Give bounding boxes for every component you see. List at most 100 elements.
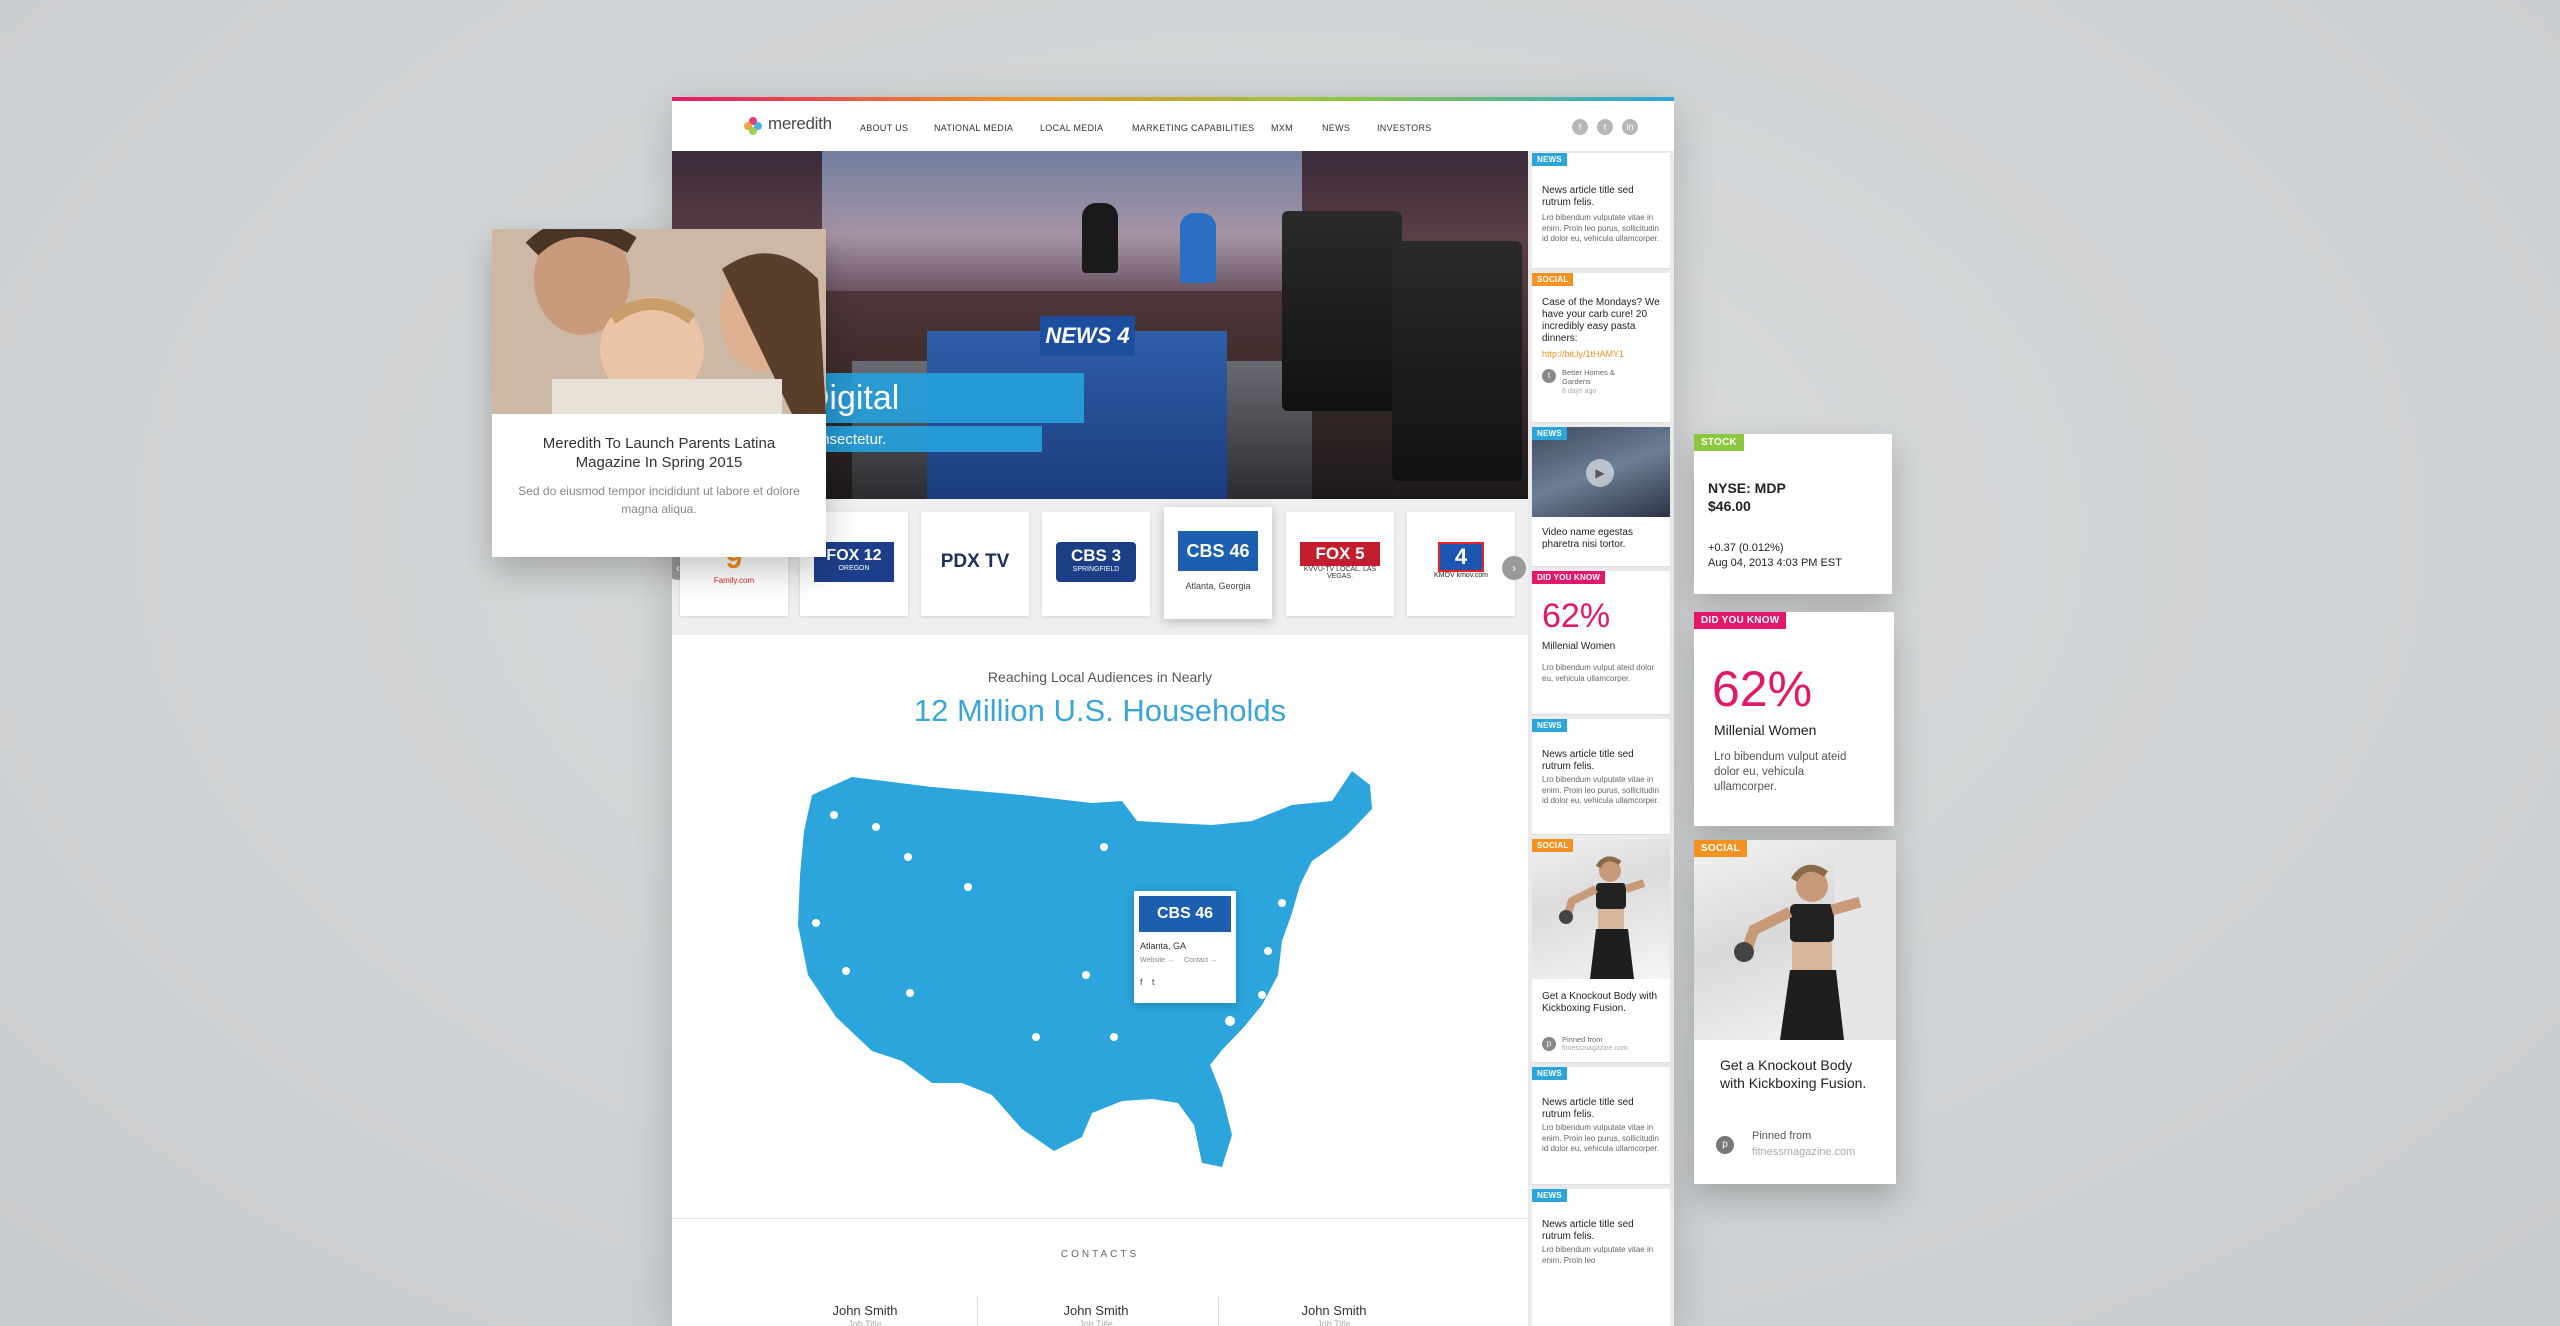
contact-name[interactable]: John Smith [765,1303,965,1318]
family-photo [492,229,826,414]
anchor-figure [1180,213,1216,283]
map-pin-active[interactable] [1223,1014,1237,1028]
feed-link[interactable]: http://bit.ly/1tHAMY1 [1542,349,1624,359]
nav-local-media[interactable]: LOCAL MEDIA [1040,123,1103,133]
card-source: Pinned from [1752,1130,1812,1142]
feed-card-news[interactable]: NEWS News article title sed rutrum felis… [1532,1189,1670,1326]
station-logo: FOX 12 OREGON [814,542,894,582]
stock-price: $46.00 [1708,498,1751,514]
station-logo: CBS 46 [1178,531,1258,571]
map-pin[interactable] [906,989,914,997]
card-source-site[interactable]: fitnessmagazine.com [1752,1146,1855,1158]
family-image-icon [492,229,826,414]
feed-title: News article title sed rutrum felis. [1542,185,1634,208]
map-pin[interactable] [1278,899,1286,907]
contact-name[interactable]: John Smith [996,1303,1196,1318]
social-tag: SOCIAL [1532,273,1574,286]
map-pin[interactable] [964,883,972,891]
linkedin-icon[interactable]: in [1622,119,1638,135]
popup-contact-link[interactable]: Contact → [1184,957,1217,964]
station-map-popup[interactable]: CBS 46 Atlanta, GA Website → Contact → f… [1134,891,1236,1003]
twitter-icon[interactable]: t [1152,977,1155,987]
stat-label: Millenial Women [1714,722,1817,738]
station-card[interactable]: CBS 3 SPRINGFIELD [1042,512,1150,616]
site-header: meredith ABOUT US NATIONAL MEDIA LOCAL M… [672,101,1638,151]
station-logo: FOX 5 KVVU-TV LOCAL. LAS VEGAS. [1300,542,1380,582]
card-title: Meredith To Launch Parents Latina Magazi… [542,435,776,471]
station-card[interactable]: FOX 5 KVVU-TV LOCAL. LAS VEGAS. [1286,512,1394,616]
map-pin[interactable] [1258,991,1266,999]
nav-investors[interactable]: INVESTORS [1377,123,1432,133]
news4-sign: NEWS 4 [1040,316,1135,356]
map-pin[interactable] [1100,843,1108,851]
station-logo: 4 KMOV kmov.com [1434,542,1488,579]
pinterest-icon: p [1542,1037,1556,1051]
stock-date: Aug 04, 2013 4:03 PM EST [1708,557,1842,569]
news-tag: NEWS [1532,153,1567,166]
us-map-shape [798,771,1372,1167]
station-card-cbs46-active[interactable]: CBS 46 Atlanta, Georgia [1164,507,1272,619]
popup-website-link[interactable]: Website → [1140,957,1174,964]
map-pin[interactable] [1082,971,1090,979]
station-card[interactable]: PDX TV [921,512,1029,616]
feed-body: Lro bibendum vulputate vitae in enim. Pr… [1542,1123,1659,1153]
meredith-logo-icon[interactable] [742,115,764,137]
hero-background-city [822,151,1302,291]
map-pin[interactable] [904,853,912,861]
feed-card-news[interactable]: NEWS News article title sed rutrum felis… [1532,719,1670,835]
logo-text[interactable]: meredith [768,114,832,134]
feed-card-did-you-know[interactable]: DID YOU KNOW 62% Millenial Women Lro bib… [1532,571,1670,715]
news-tag: NEWS [1532,1067,1567,1080]
map-pin[interactable] [1032,1033,1040,1041]
us-map[interactable] [792,765,1422,1185]
feed-card-social[interactable]: SOCIAL Case of the Mondays? We have your… [1532,273,1670,423]
did-you-know-card[interactable]: DID YOU KNOW 62% Millenial Women Lro bib… [1694,612,1894,826]
feed-title: Video name egestas pharetra nisi tortor. [1542,527,1633,550]
contact-role: Job Title [1317,1319,1351,1326]
feed-card-news[interactable]: NEWS News article title sed rutrum felis… [1532,1067,1670,1185]
contacts-title: CONTACTS [1060,1249,1140,1260]
social-kickboxing-card[interactable]: SOCIAL Get a Knockout Body with Kickboxi… [1694,840,1896,1184]
news-tag: NEWS [1532,719,1567,732]
map-pin[interactable] [1264,947,1272,955]
households-headline: 12 Million U.S. Households [913,693,1287,728]
nav-national-media[interactable]: NATIONAL MEDIA [934,123,1013,133]
feed-source-site: fitnessmagazine.com [1562,1045,1628,1052]
nav-mxm[interactable]: MXM [1271,123,1293,133]
map-pin[interactable] [812,919,820,927]
map-pin[interactable] [872,823,880,831]
parents-latina-card[interactable]: Meredith To Launch Parents Latina Magazi… [492,229,826,557]
twitter-icon[interactable]: t [1597,119,1613,135]
station-card[interactable]: 4 KMOV kmov.com [1407,512,1515,616]
map-pin[interactable] [1110,1033,1118,1041]
news-tag: NEWS [1532,1189,1567,1202]
play-icon[interactable]: ▶ [1586,459,1614,487]
nav-marketing-capabilities[interactable]: MARKETING CAPABILITIES [1132,123,1254,133]
nav-about-us[interactable]: ABOUT US [860,123,908,133]
kickboxing-figure-icon [1734,840,1896,1040]
contact-name[interactable]: John Smith [1234,1303,1434,1318]
facebook-icon[interactable]: f [1140,977,1143,987]
stock-ticker: NYSE: MDP [1708,480,1786,496]
map-pin[interactable] [830,811,838,819]
kickboxing-figure-icon [1559,856,1646,979]
stat-body: Lro bibendum vulput ateid dolor eu, vehi… [1714,751,1847,793]
map-pin[interactable] [842,967,850,975]
feed-time: 6 days ago [1562,388,1597,395]
feed-body: Lro bibendum vulputate vitae in enim. Pr… [1542,775,1659,805]
coverage-map-section: Reaching Local Audiences in Nearly 12 Mi… [672,635,1528,1218]
feed-card-video[interactable]: NEWS ▶ Video name egestas pharetra nisi … [1532,427,1670,567]
station-location: Atlanta, Georgia [1185,581,1251,591]
feed-card-news[interactable]: NEWS News article title sed rutrum felis… [1532,153,1670,269]
feed-title: Case of the Mondays? We have your carb c… [1542,297,1660,344]
feed-card-social[interactable]: SOCIAL Get a Knockout Body with Kickboxi… [1532,839,1670,1063]
carousel-next-button[interactable]: › [1502,556,1526,580]
kickboxing-photo [1532,839,1670,979]
stock-card[interactable]: STOCK NYSE: MDP $46.00 +0.37 (0.012%) Au… [1694,434,1892,594]
news-tag: NEWS [1532,427,1567,440]
feed-body: Lro bibendum vulputate vitae in enim. Pr… [1542,213,1659,243]
feed-title: News article title sed rutrum felis. [1542,1097,1634,1120]
nav-news[interactable]: NEWS [1322,123,1350,133]
facebook-icon[interactable]: f [1572,119,1588,135]
reach-text: Reaching Local Audiences in Nearly [987,669,1213,685]
